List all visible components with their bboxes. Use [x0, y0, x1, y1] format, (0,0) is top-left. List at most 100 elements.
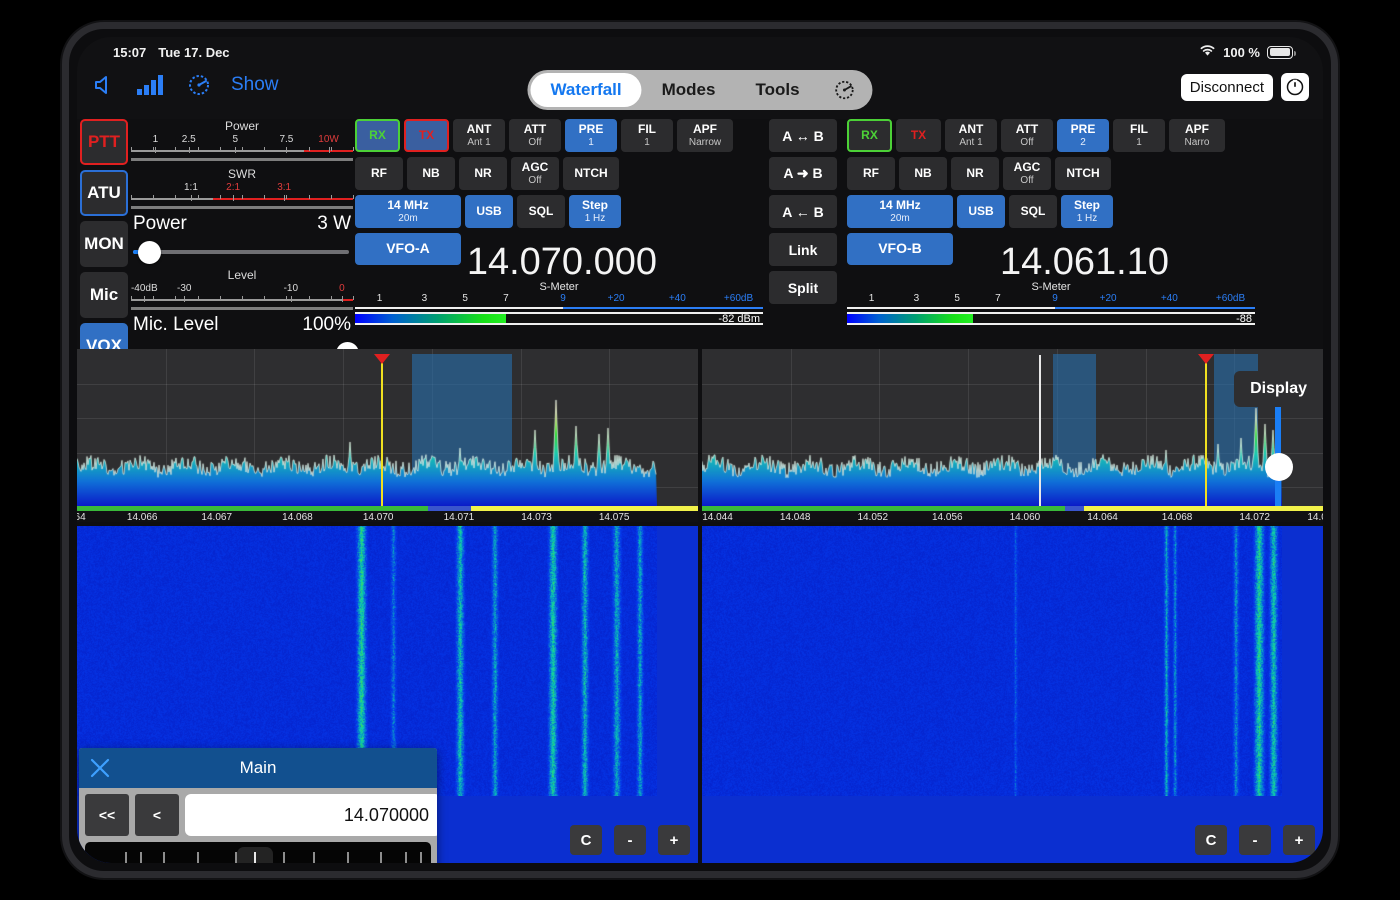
spectrum-panel-a[interactable]: A 64 14.066 14.067 14.068 14.070 14.071 14.073…	[77, 349, 698, 522]
frequency-label: 14.07	[1307, 512, 1323, 522]
show-link[interactable]: Show	[231, 74, 279, 96]
marker-a-label: A	[379, 349, 386, 352]
apf-button[interactable]: APF Narro	[1169, 119, 1225, 152]
copy-a-to-b-button[interactable]: A ➜ B	[769, 157, 837, 190]
button-label: 14 MHz	[879, 198, 921, 213]
link-button[interactable]: Link	[769, 233, 837, 266]
frequency-label: 14.071	[443, 512, 475, 522]
rx-button[interactable]: RX	[355, 119, 400, 152]
waterfall-a-zoom-in-button[interactable]: +	[658, 825, 690, 855]
s-meter-a-rule	[355, 307, 763, 310]
tab-modes[interactable]: Modes	[642, 73, 736, 107]
swap-a-b-button[interactable]: A ↔ B	[769, 119, 837, 152]
fast-back-button[interactable]: <<	[85, 794, 129, 836]
att-button[interactable]: ATT Off	[1001, 119, 1053, 152]
spectrum-display-row: A 64 14.066 14.067 14.068 14.070 14.071 14.073…	[77, 349, 1323, 522]
meter-tick	[290, 296, 292, 302]
status-bar-left: 15:07 Tue 17. Dec	[113, 45, 230, 60]
tuning-dial-strip[interactable]	[85, 842, 431, 863]
rf-button[interactable]: RF	[355, 157, 403, 190]
button-sublabel: Ant 1	[959, 136, 983, 148]
14-mhz-button[interactable]: 14 MHz 20m	[355, 195, 461, 228]
waterfall-b-zoom-in-button[interactable]: +	[1283, 825, 1315, 855]
fil-button[interactable]: FIL 1	[1113, 119, 1165, 152]
disconnect-button[interactable]: Disconnect	[1180, 73, 1273, 101]
usb-button[interactable]: USB	[465, 195, 513, 228]
atu-button[interactable]: ATU	[80, 170, 128, 216]
button-label: APF	[1185, 122, 1209, 137]
vfo-a-frequency[interactable]: 14.070.000	[467, 241, 657, 284]
power-icon[interactable]	[1281, 73, 1309, 101]
button-sublabel: Off	[1020, 136, 1034, 148]
signal-bars-icon[interactable]	[137, 74, 167, 96]
agc-button[interactable]: AGC Off	[511, 157, 559, 190]
waterfall-b-zoom-out-button[interactable]: -	[1239, 825, 1271, 855]
tab-waterfall[interactable]: Waterfall	[530, 73, 642, 107]
sql-button[interactable]: SQL	[1009, 195, 1057, 228]
mic-button[interactable]: Mic	[80, 272, 128, 318]
spectrum-panel-b[interactable]: B A Display 14.04414.04814.05214.05614.0…	[702, 349, 1323, 522]
ant-button[interactable]: ANT Ant 1	[453, 119, 505, 152]
tab-tools[interactable]: Tools	[735, 73, 819, 107]
sql-button[interactable]: SQL	[517, 195, 565, 228]
step-button[interactable]: Step 1 Hz	[1061, 195, 1113, 228]
meter-scale-normal	[131, 150, 305, 152]
apf-button[interactable]: APF Narrow	[677, 119, 733, 152]
display-tooltip[interactable]: Display	[1234, 371, 1323, 407]
pre-button[interactable]: PRE 1	[565, 119, 617, 152]
copy-b-to-a-button[interactable]: A ← B	[769, 195, 837, 228]
usb-button[interactable]: USB	[957, 195, 1005, 228]
speaker-mute-icon[interactable]	[93, 74, 117, 96]
att-button[interactable]: ATT Off	[509, 119, 561, 152]
waterfall-a-zoom-out-button[interactable]: -	[614, 825, 646, 855]
close-icon[interactable]	[89, 757, 111, 779]
power-slider[interactable]	[131, 236, 353, 268]
nr-button[interactable]: NR	[951, 157, 999, 190]
frequency-input[interactable]	[185, 794, 437, 836]
s-meter-a: S-Meter 1 3 5 7 9 +20 +40 +60dB -82 dBm	[355, 281, 763, 325]
spectrum-b-drag-knob[interactable]	[1264, 453, 1293, 481]
step-button[interactable]: Step 1 Hz	[569, 195, 621, 228]
spectrum-a-trace	[77, 388, 657, 508]
ntch-button[interactable]: NTCH	[563, 157, 619, 190]
tx-button[interactable]: TX	[896, 119, 941, 152]
rx-button[interactable]: RX	[847, 119, 892, 152]
back-button[interactable]: <	[135, 794, 179, 836]
button-label: FIL	[1130, 122, 1148, 137]
agc-button[interactable]: AGC Off	[1003, 157, 1051, 190]
14-mhz-button[interactable]: 14 MHz 20m	[847, 195, 953, 228]
button-sublabel: 1	[1136, 136, 1142, 148]
mon-button[interactable]: MON	[80, 221, 128, 267]
vfo-a-button[interactable]: VFO-A	[355, 233, 461, 265]
nb-button[interactable]: NB	[899, 157, 947, 190]
waterfall-a-clear-button[interactable]: C	[570, 825, 602, 855]
waterfall-panel-a[interactable]: C - + Main << < 14.070000	[77, 526, 698, 863]
pre-button[interactable]: PRE 2	[1057, 119, 1109, 152]
power-slider-knob[interactable]	[138, 241, 162, 264]
nr-button[interactable]: NR	[459, 157, 507, 190]
vfo-b-frequency[interactable]: 14.061.10	[1000, 241, 1169, 284]
view-mode-segmented-control[interactable]: Waterfall Modes Tools	[527, 70, 873, 110]
waterfall-panel-b[interactable]: C - +	[702, 526, 1323, 863]
vfo-swap-controls: A ↔ B A ➜ B A ← B Link Split	[769, 119, 841, 309]
vfo-b-button[interactable]: VFO-B	[847, 233, 953, 265]
spectrum-b-marker-a[interactable]: A	[1198, 349, 1214, 508]
nb-button[interactable]: NB	[407, 157, 455, 190]
spectrum-a-marker-a[interactable]: A	[374, 349, 391, 508]
ant-button[interactable]: ANT Ant 1	[945, 119, 997, 152]
s-meter-tick: 7	[995, 293, 1001, 304]
waterfall-b-clear-button[interactable]: C	[1195, 825, 1227, 855]
ntch-button[interactable]: NTCH	[1055, 157, 1111, 190]
rf-button[interactable]: RF	[847, 157, 895, 190]
tx-button[interactable]: TX	[404, 119, 449, 152]
dial-tick	[420, 852, 422, 863]
ptt-button[interactable]: PTT	[80, 119, 128, 165]
s-meter-tick: 3	[421, 293, 428, 304]
spectrum-b-marker-b[interactable]: B	[1037, 349, 1044, 508]
split-button[interactable]: Split	[769, 271, 837, 304]
fil-button[interactable]: FIL 1	[621, 119, 673, 152]
settings-dial-icon[interactable]	[820, 73, 870, 107]
s-meter-b-fill	[847, 314, 974, 323]
tuning-dial-icon[interactable]	[187, 73, 211, 97]
marker-b-a-triangle-icon	[1198, 354, 1214, 364]
